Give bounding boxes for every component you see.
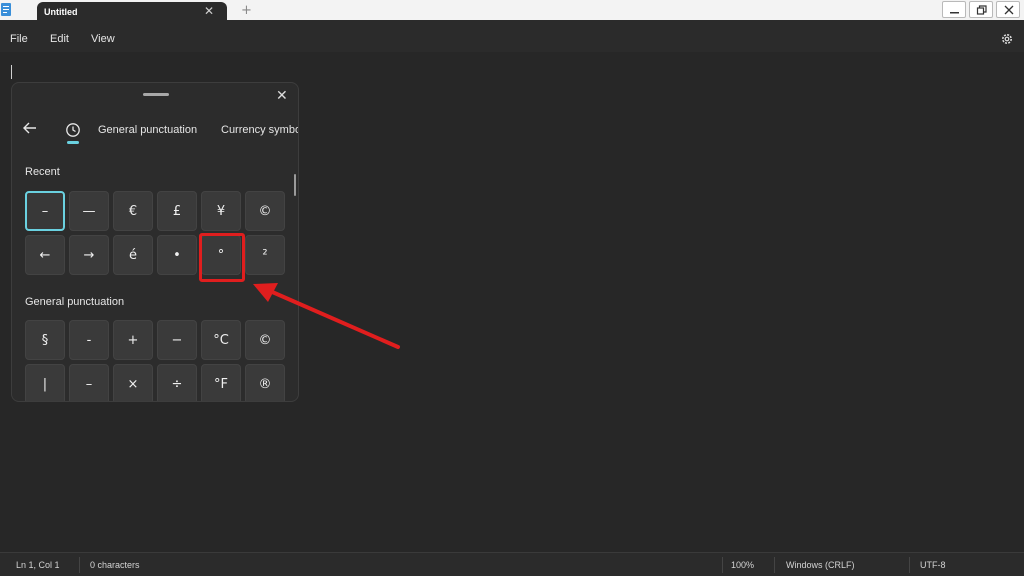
status-divider (909, 557, 910, 573)
encoding[interactable]: UTF-8 (920, 560, 946, 570)
status-bar: Ln 1, Col 1 0 characters 100% Windows (C… (0, 552, 1024, 576)
character-count: 0 characters (90, 560, 140, 570)
line-ending[interactable]: Windows (CRLF) (786, 560, 855, 570)
zoom-level[interactable]: 100% (731, 560, 754, 570)
cursor-position: Ln 1, Col 1 (16, 560, 60, 570)
status-divider (774, 557, 775, 573)
annotation-arrow (253, 283, 400, 349)
status-divider (722, 557, 723, 573)
status-divider (79, 557, 80, 573)
